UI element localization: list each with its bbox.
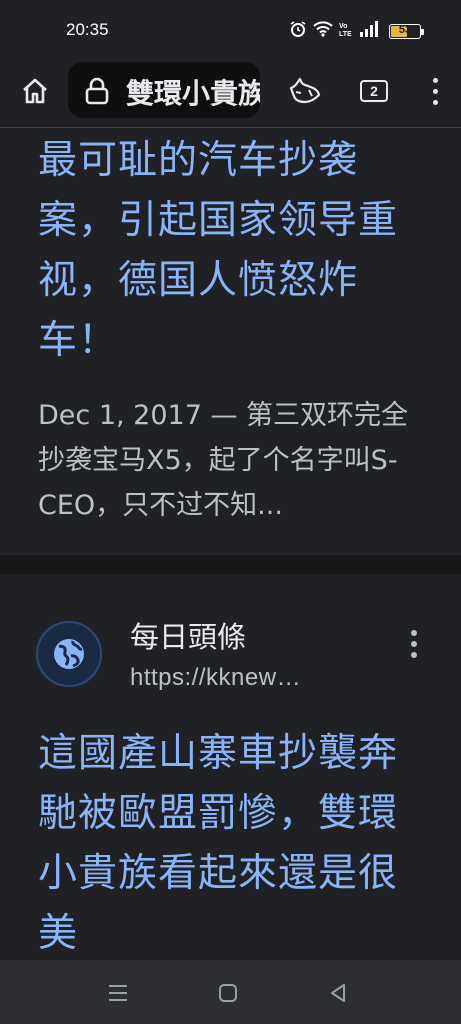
incognito-icon: [289, 77, 321, 104]
result-menu-icon[interactable]: [411, 630, 417, 658]
home-nav-icon: [219, 984, 237, 1002]
address-bar[interactable]: 雙環小貴族: [68, 62, 260, 118]
home-icon: [23, 78, 47, 104]
recents-button[interactable]: [105, 980, 131, 1006]
result-card: 最可耻的汽车抄袭案，引起国家领导重视，德国人愤怒炸车！ Dec 1, 2017 …: [0, 129, 461, 528]
home-nav-button[interactable]: [215, 980, 241, 1006]
page-title: 雙環小貴族: [126, 77, 260, 110]
menu-button[interactable]: [416, 72, 454, 110]
status-icons: Vo LTE 53: [289, 20, 424, 42]
battery-level: 53: [398, 23, 412, 36]
system-nav-bar: [0, 960, 461, 1024]
signal-icon: [359, 21, 379, 41]
svg-text:LTE: LTE: [339, 31, 352, 37]
source-url: https://kknew…: [130, 664, 302, 691]
recents-icon: [109, 985, 127, 1001]
back-icon: [331, 984, 345, 1002]
search-results: 最可耻的汽车抄袭案，引起国家领导重视，德国人愤怒炸车！ Dec 1, 2017 …: [0, 129, 461, 960]
result-source[interactable]: 每日頭條 https://kknew…: [0, 614, 461, 724]
result-title[interactable]: 這國產山寨車抄襲奔馳被歐盟罰慘，雙環小貴族看起來還是很美: [0, 724, 461, 960]
wifi-icon: [313, 21, 333, 41]
result-card: 每日頭條 https://kknew… 這國產山寨車抄襲奔馳被歐盟罰慘，雙環小貴…: [0, 574, 461, 960]
volte-icon: Vo LTE: [339, 21, 353, 41]
tabs-button[interactable]: 2: [355, 72, 393, 110]
lock-icon: [84, 77, 110, 109]
battery-nub: [421, 28, 424, 35]
back-button[interactable]: [325, 980, 351, 1006]
incognito-button[interactable]: [286, 72, 324, 110]
menu-icon: [432, 77, 438, 105]
status-bar: 20:35 Vo LTE 53: [0, 0, 461, 56]
result-title[interactable]: 最可耻的汽车抄袭案，引起国家领导重视，德国人愤怒炸车！: [0, 129, 461, 371]
status-time: 20:35: [66, 20, 109, 39]
alarm-icon: [289, 20, 307, 42]
browser-toolbar: 雙環小貴族 2: [0, 56, 461, 128]
result-divider: [0, 554, 461, 574]
tab-count: 2: [360, 80, 388, 102]
home-button[interactable]: [16, 72, 54, 110]
svg-text:Vo: Vo: [339, 23, 347, 30]
globe-icon: [36, 621, 102, 687]
battery-icon: 53: [389, 23, 424, 39]
source-name: 每日頭條: [130, 620, 247, 654]
result-snippet: Dec 1, 2017 — 第三双环完全抄袭宝马X5，起了个名字叫S-CEO，只…: [38, 400, 409, 521]
